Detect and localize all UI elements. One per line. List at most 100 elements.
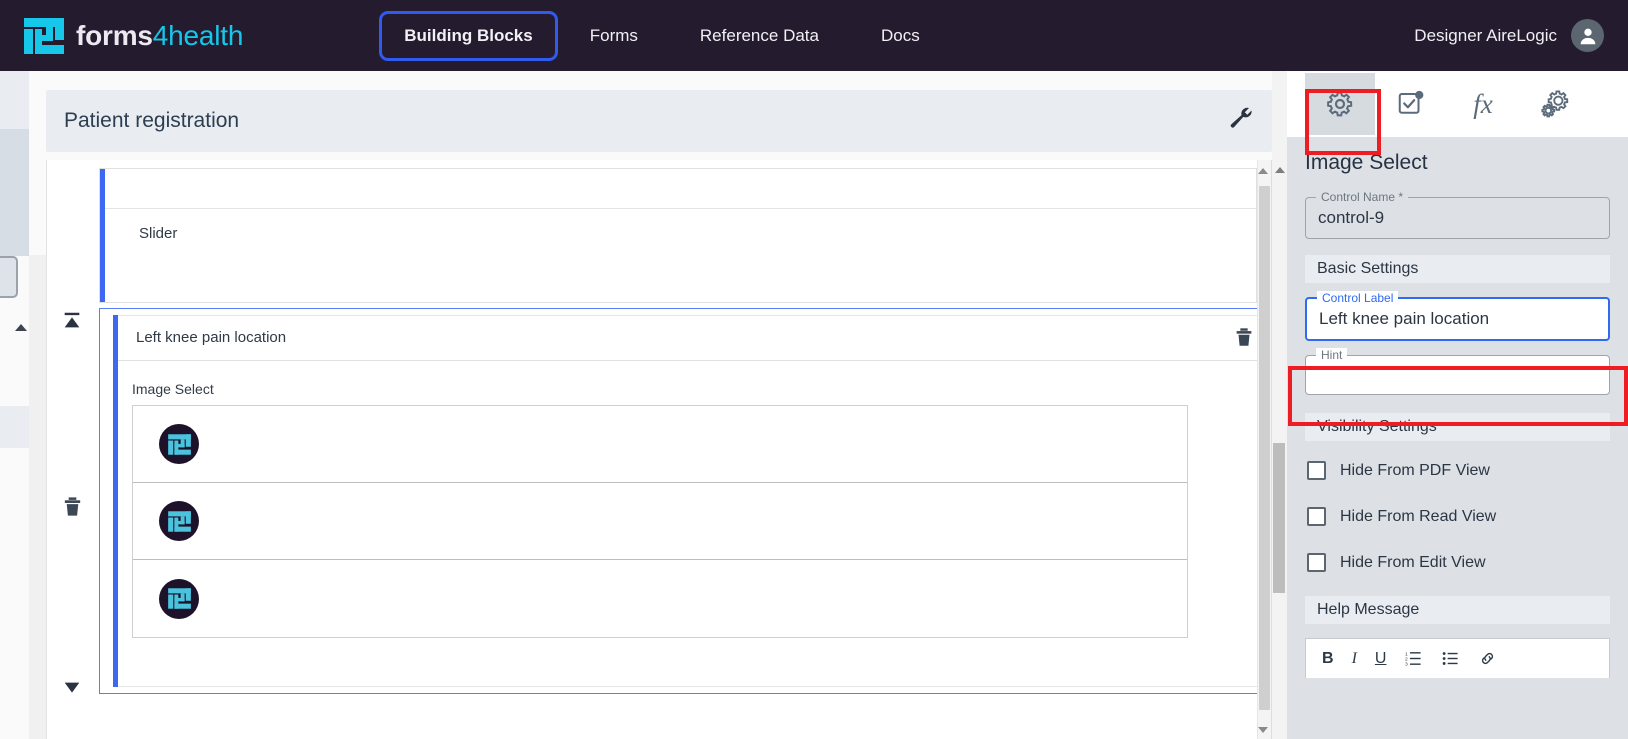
image-select-options-list xyxy=(132,405,1188,638)
image-option-item[interactable] xyxy=(133,560,1187,637)
properties-scrollbar-thumb[interactable] xyxy=(1273,443,1285,593)
forms4health-logo-icon xyxy=(24,17,64,54)
canvas-block-image-select[interactable]: Left knee pain location Image Select xyxy=(99,308,1269,694)
brand-wordmark: forms4health xyxy=(76,20,243,52)
numbered-list-button[interactable]: 1 2 3 xyxy=(1404,650,1423,667)
canvas-left-scroll-column[interactable] xyxy=(29,255,46,739)
numbered-list-icon: 1 2 3 xyxy=(1405,652,1422,667)
hide-from-edit-row[interactable]: Hide From Edit View xyxy=(1307,553,1628,572)
canvas-block-slider[interactable]: Slider xyxy=(99,168,1257,303)
top-navigation-bar: forms4health Building Blocks Forms Refer… xyxy=(0,0,1628,71)
left-strip-collapse-icon[interactable] xyxy=(15,324,27,331)
block-label-row[interactable]: Left knee pain location xyxy=(118,315,1267,361)
hide-from-edit-label: Hide From Edit View xyxy=(1340,553,1486,571)
link-icon xyxy=(1482,652,1494,665)
form-tools-button[interactable] xyxy=(1228,106,1254,137)
block-label-row[interactable] xyxy=(105,169,1256,209)
link-button[interactable] xyxy=(1478,650,1497,667)
block-control-type: Image Select xyxy=(132,381,214,397)
page-title: Patient registration xyxy=(64,109,240,132)
left-strip-segment-mid xyxy=(0,129,29,246)
delete-block-button[interactable] xyxy=(61,495,84,524)
hide-from-pdf-row[interactable]: Hide From PDF View xyxy=(1307,461,1628,480)
hint-legend: Hint xyxy=(1316,348,1348,362)
help-message-editor-toolbar: B I U 1 2 3 xyxy=(1305,638,1610,678)
hint-field[interactable]: Hint xyxy=(1305,348,1610,395)
form-canvas: Slider Left knee pain location Image Sel… xyxy=(46,160,1272,739)
help-message-header: Help Message xyxy=(1305,596,1610,624)
block-control-type-row: Slider xyxy=(105,209,1256,304)
nav-item-forms[interactable]: Forms xyxy=(572,17,656,55)
move-to-top-button[interactable] xyxy=(61,310,83,337)
canvas-scrollbar-thumb[interactable] xyxy=(1259,186,1270,710)
svg-text:1: 1 xyxy=(1405,652,1408,658)
control-label-field[interactable]: Control Label Left knee pain location xyxy=(1305,291,1610,341)
forms4health-logo-thumb-icon xyxy=(167,433,191,455)
hide-from-read-label: Hide From Read View xyxy=(1340,507,1497,525)
hide-from-pdf-label: Hide From PDF View xyxy=(1340,461,1490,479)
control-label-value: Left knee pain location xyxy=(1319,309,1490,328)
expression-fx-label: fx xyxy=(1473,88,1493,119)
tab-expressions[interactable]: fx xyxy=(1447,80,1519,128)
left-strip-segment-top xyxy=(0,71,29,129)
user-menu[interactable]: Designer AireLogic xyxy=(1414,0,1604,71)
hide-from-edit-checkbox[interactable] xyxy=(1307,553,1326,572)
hide-from-pdf-checkbox[interactable] xyxy=(1307,461,1326,480)
bullet-list-button[interactable] xyxy=(1441,650,1460,667)
canvas-gutter xyxy=(47,160,99,739)
brand-logo[interactable]: forms4health xyxy=(22,16,243,56)
user-name-label: Designer AireLogic xyxy=(1414,25,1557,45)
scroll-up-arrow-icon[interactable] xyxy=(1258,168,1268,174)
properties-scroll-up-icon[interactable] xyxy=(1275,167,1285,173)
control-name-field[interactable]: Control Name * control-9 xyxy=(1305,190,1610,239)
nav-item-building-blocks[interactable]: Building Blocks xyxy=(379,10,558,61)
image-option-item[interactable] xyxy=(133,406,1187,483)
control-label-legend: Control Label xyxy=(1317,291,1399,305)
nav-item-reference-data[interactable]: Reference Data xyxy=(682,17,837,55)
underline-button[interactable]: U xyxy=(1375,650,1387,668)
properties-body: Image Select Control Name * control-9 Ba… xyxy=(1287,137,1628,739)
basic-settings-header: Basic Settings xyxy=(1305,255,1610,283)
app-root: forms4health Building Blocks Forms Refer… xyxy=(0,0,1628,739)
user-avatar-icon xyxy=(1580,28,1595,44)
trash-icon xyxy=(64,497,81,516)
bold-button[interactable]: B xyxy=(1322,650,1334,668)
block-label-text: Left knee pain location xyxy=(136,329,287,346)
image-option-item[interactable] xyxy=(133,483,1187,560)
left-strip-cutoff-field[interactable] xyxy=(0,256,18,298)
block-delete-button[interactable] xyxy=(1233,326,1255,349)
move-to-top-icon xyxy=(64,312,80,328)
wrench-icon xyxy=(1230,107,1252,128)
nav-item-docs[interactable]: Docs xyxy=(863,17,938,55)
option-thumbnail xyxy=(159,501,199,541)
properties-icon-bar: fx xyxy=(1287,71,1628,155)
move-to-bottom-button[interactable] xyxy=(61,678,83,705)
move-to-bottom-icon xyxy=(64,682,80,693)
option-thumbnail xyxy=(159,578,199,619)
svg-text:3: 3 xyxy=(1405,662,1408,667)
trash-icon xyxy=(1236,328,1252,346)
properties-panel: fx Image Select Control Name * control-9 xyxy=(1272,71,1628,739)
forms4health-logo-thumb-icon xyxy=(167,510,191,532)
avatar[interactable] xyxy=(1571,19,1604,52)
scroll-down-arrow-icon[interactable] xyxy=(1258,727,1268,733)
left-strip-segment-lower xyxy=(0,406,29,448)
double-gear-icon xyxy=(1541,90,1569,118)
italic-button[interactable]: I xyxy=(1352,650,1357,668)
brand-accent: 4health xyxy=(152,19,244,51)
form-header-bar: Patient registration xyxy=(46,90,1272,152)
left-offscreen-panel xyxy=(0,71,29,739)
bullet-list-icon xyxy=(1443,652,1459,665)
properties-title: Image Select xyxy=(1305,151,1428,174)
block-accent-bar xyxy=(113,315,118,687)
checkbox-dot-icon xyxy=(1398,90,1424,114)
left-strip-segment-mid2 xyxy=(0,246,29,256)
tab-settings[interactable] xyxy=(1305,73,1375,135)
tab-advanced-settings[interactable] xyxy=(1519,80,1591,128)
nav-links: Building Blocks Forms Reference Data Doc… xyxy=(379,10,938,61)
hide-from-read-row[interactable]: Hide From Read View xyxy=(1307,507,1628,526)
tab-validation[interactable] xyxy=(1375,80,1447,128)
canvas-scrollbar[interactable] xyxy=(1257,160,1271,739)
block-control-type: Slider xyxy=(139,225,178,242)
hide-from-read-checkbox[interactable] xyxy=(1307,507,1326,526)
